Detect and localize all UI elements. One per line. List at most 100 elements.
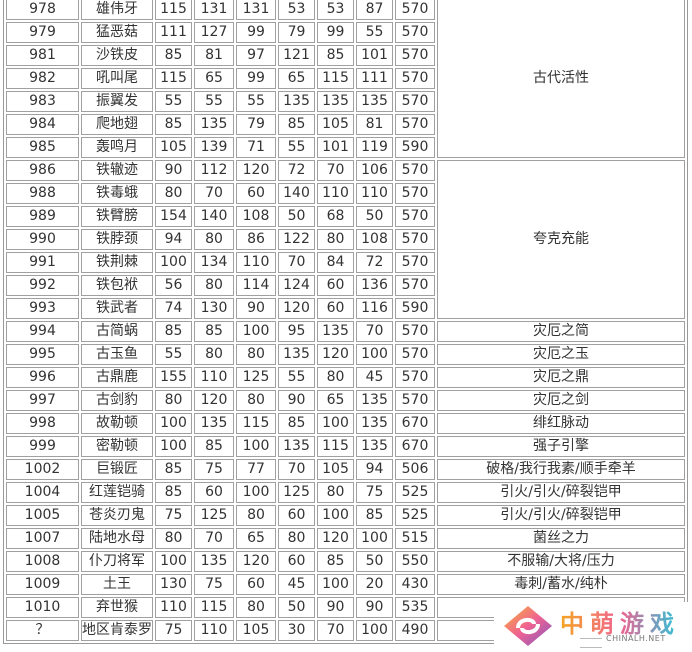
ability-cell: 破格/我行我素/顺手牵羊 — [437, 459, 685, 480]
stat-sp-attack-cell: 55 — [278, 367, 315, 388]
stat-defense-cell: 60 — [236, 574, 276, 595]
pokemon-stats-table: 978 雄伟牙 115 131 131 53 53 87 570 古代活性 979 猛恶菇 111 127… — [4, 0, 687, 643]
stat-defense-cell: 110 — [236, 252, 276, 273]
stat-sp-attack-cell: 125 — [278, 482, 315, 503]
stat-total-cell: 550 — [395, 551, 435, 572]
pokemon-name-cell: 铁武者 — [81, 298, 153, 319]
pokemon-name-cell: 铁包袱 — [81, 275, 153, 296]
pokemon-name-cell: 吼叫尾 — [81, 68, 153, 89]
dex-number-cell: 981 — [6, 45, 79, 66]
stat-speed-cell: 90 — [356, 597, 393, 618]
stat-sp-defense-cell: 100 — [317, 574, 354, 595]
stat-speed-cell: 100 — [356, 344, 393, 365]
stat-sp-attack-cell: 45 — [278, 574, 315, 595]
stat-defense-cell: 80 — [236, 505, 276, 526]
table-row: 1004 红莲铠骑 85 60 100 125 80 75 525 引火/引火/碎裂铠甲 — [6, 482, 685, 503]
pokemon-name-cell: 轰鸣月 — [81, 137, 153, 158]
stat-hp-cell: 85 — [155, 114, 192, 135]
stat-hp-cell: 85 — [155, 45, 192, 66]
stat-total-cell: 570 — [395, 367, 435, 388]
dex-number-cell: 996 — [6, 367, 79, 388]
pokemon-name-cell: 古简蜗 — [81, 321, 153, 342]
stat-attack-cell: 65 — [194, 68, 234, 89]
stat-defense-cell: 125 — [236, 367, 276, 388]
stat-hp-cell: 100 — [155, 436, 192, 457]
dex-number-cell: 1008 — [6, 551, 79, 572]
dex-number-cell: 982 — [6, 68, 79, 89]
stat-total-cell: 590 — [395, 298, 435, 319]
stat-sp-defense-cell: 100 — [317, 413, 354, 434]
stat-sp-attack-cell: 122 — [278, 229, 315, 250]
stat-sp-defense-cell: 70 — [317, 620, 354, 641]
stat-attack-cell: 80 — [194, 229, 234, 250]
table-row: 998 故勒顿 100 135 115 85 100 135 670 绯红脉动 — [6, 413, 685, 434]
stat-defense-cell: 100 — [236, 482, 276, 503]
ability-cell: 引火/引火/碎裂铠甲 — [437, 482, 685, 503]
stat-sp-attack-cell: 53 — [278, 0, 315, 20]
pokemon-name-cell: 沙铁皮 — [81, 45, 153, 66]
stat-hp-cell: 105 — [155, 137, 192, 158]
stat-defense-cell: 97 — [236, 45, 276, 66]
stat-sp-defense-cell: 65 — [317, 390, 354, 411]
stat-speed-cell: 110 — [356, 183, 393, 204]
dex-number-cell: 983 — [6, 91, 79, 112]
stat-total-cell: 570 — [395, 390, 435, 411]
dex-number-cell: 995 — [6, 344, 79, 365]
table-row: 995 古玉鱼 55 80 80 135 120 100 570 灾厄之玉 — [6, 344, 685, 365]
pokemon-name-cell: 铁臂膀 — [81, 206, 153, 227]
stat-sp-attack-cell: 120 — [278, 298, 315, 319]
stat-sp-defense-cell: 90 — [317, 597, 354, 618]
dex-number-cell: 1007 — [6, 528, 79, 549]
stat-speed-cell: 106 — [356, 160, 393, 181]
stat-defense-cell: 120 — [236, 160, 276, 181]
stat-total-cell: 570 — [395, 229, 435, 250]
dex-number-cell: 1005 — [6, 505, 79, 526]
stat-sp-defense-cell: 68 — [317, 206, 354, 227]
pokemon-name-cell: 陆地水母 — [81, 528, 153, 549]
stat-speed-cell: 135 — [356, 91, 393, 112]
stat-sp-defense-cell: 105 — [317, 459, 354, 480]
stat-attack-cell: 135 — [194, 551, 234, 572]
pokemon-name-cell: 密勒顿 — [81, 436, 153, 457]
ability-cell: 古代活性 — [437, 0, 685, 158]
stat-sp-attack-cell: 85 — [278, 114, 315, 135]
stat-defense-cell: 114 — [236, 275, 276, 296]
dex-number-cell: 994 — [6, 321, 79, 342]
stat-sp-defense-cell: 80 — [317, 367, 354, 388]
stat-sp-attack-cell: 65 — [278, 68, 315, 89]
stat-total-cell: 570 — [395, 321, 435, 342]
pokemon-name-cell: 地区肯泰罗 — [81, 620, 153, 641]
stat-sp-defense-cell: 135 — [317, 91, 354, 112]
table-row: 999 密勒顿 100 85 100 135 115 135 670 强子引擎 — [6, 436, 685, 457]
stat-sp-defense-cell: 115 — [317, 68, 354, 89]
stat-sp-defense-cell: 85 — [317, 551, 354, 572]
pokemon-name-cell: 仆刀将军 — [81, 551, 153, 572]
stat-speed-cell: 85 — [356, 505, 393, 526]
stat-defense-cell: 80 — [236, 597, 276, 618]
table-row: 986 铁辙迹 90 112 120 72 70 106 570 夸克充能 — [6, 160, 685, 319]
stat-total-cell: 670 — [395, 436, 435, 457]
pokemon-name-cell: 铁毒蛾 — [81, 183, 153, 204]
table-row: 1005 苍炎刃鬼 75 125 80 60 100 85 525 引火/引火/碎裂铠甲 — [6, 505, 685, 526]
stat-attack-cell: 134 — [194, 252, 234, 273]
stat-sp-attack-cell: 50 — [278, 597, 315, 618]
stat-speed-cell: 136 — [356, 275, 393, 296]
stat-total-cell: 490 — [395, 620, 435, 641]
stat-attack-cell: 127 — [194, 22, 234, 43]
stat-defense-cell: 99 — [236, 22, 276, 43]
stat-hp-cell: 75 — [155, 505, 192, 526]
stat-total-cell: 570 — [395, 160, 435, 181]
stat-sp-attack-cell: 30 — [278, 620, 315, 641]
stat-attack-cell: 120 — [194, 390, 234, 411]
stat-hp-cell: 94 — [155, 229, 192, 250]
stat-sp-attack-cell: 80 — [278, 528, 315, 549]
pokemon-name-cell: 古鼎鹿 — [81, 367, 153, 388]
stat-attack-cell: 139 — [194, 137, 234, 158]
stat-defense-cell: 105 — [236, 620, 276, 641]
stat-speed-cell: 55 — [356, 22, 393, 43]
stat-hp-cell: 80 — [155, 528, 192, 549]
stat-total-cell: 570 — [395, 0, 435, 20]
stats-table-container: 978 雄伟牙 115 131 131 53 53 87 570 古代活性 979 猛恶菇 111 127… — [3, 0, 688, 644]
ability-cell: 灾厄之鼎 — [437, 367, 685, 388]
stat-total-cell: 570 — [395, 45, 435, 66]
